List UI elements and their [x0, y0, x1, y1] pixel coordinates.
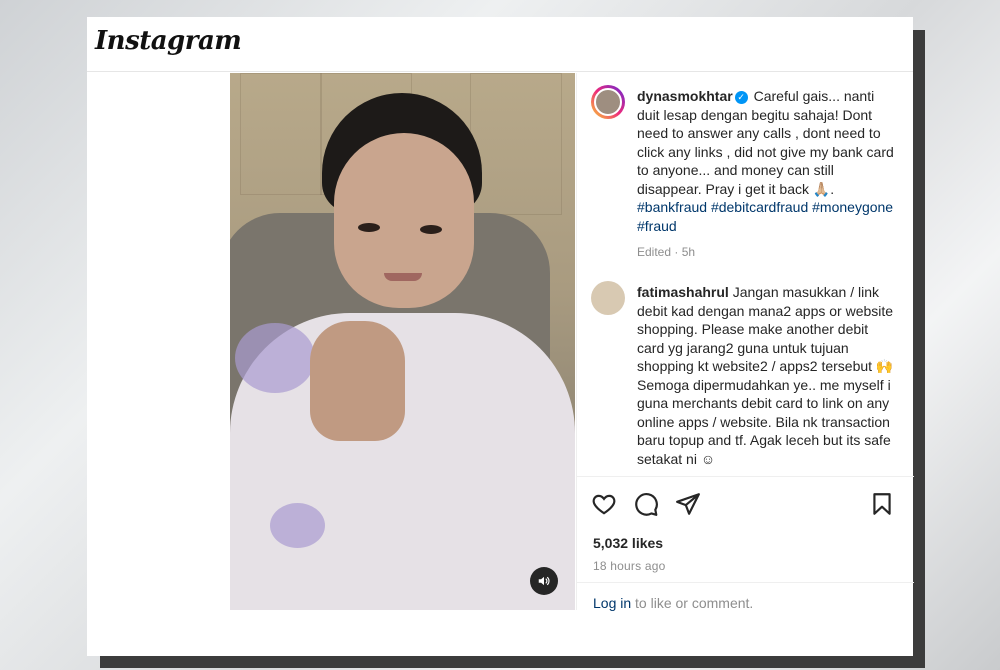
speaker-icon[interactable] — [530, 567, 558, 595]
login-bar: Log in to like or comment. — [577, 582, 914, 611]
bookmark-icon[interactable] — [869, 491, 895, 517]
hashtag-link[interactable]: #bankfraud — [637, 199, 707, 215]
post-sidebar: dynasmokhtar ✓ Careful gais... nanti duit… — [576, 73, 914, 611]
share-icon[interactable] — [675, 491, 701, 517]
commenter-username[interactable]: fatimashahrul — [637, 284, 729, 300]
commenter-avatar[interactable] — [591, 281, 625, 315]
instagram-logo[interactable]: Instagram — [95, 26, 242, 56]
instagram-embed-card: Instagram dynasmokhtar ✓ Careful gais...… — [87, 17, 914, 656]
author-avatar[interactable] — [591, 85, 625, 119]
mouth — [384, 273, 422, 281]
likes-count[interactable]: 5,032 likes — [593, 535, 663, 551]
heart-icon[interactable] — [591, 491, 617, 517]
wall-tile — [240, 73, 322, 195]
comment-icon[interactable] — [633, 491, 659, 517]
verified-icon: ✓ — [734, 91, 748, 104]
hashtag-link[interactable]: #debitcardfraud — [711, 199, 808, 215]
dress-pattern — [270, 503, 325, 548]
author-avatar-photo — [594, 88, 622, 116]
wall-tile — [470, 73, 562, 215]
comment-text: Jangan masukkan / link debit kad dengan … — [637, 284, 894, 467]
post-video[interactable] — [230, 73, 575, 610]
person-face — [334, 133, 474, 308]
hashtag-link[interactable]: #fraud — [637, 218, 677, 234]
comment: fatimashahrul Jangan masukkan / link deb… — [637, 283, 899, 468]
author-username[interactable]: dynasmokhtar — [637, 88, 733, 104]
posted-time[interactable]: 18 hours ago — [593, 559, 665, 573]
dress-pattern — [235, 323, 315, 393]
folded-hands — [310, 321, 405, 441]
right-eye — [420, 225, 442, 234]
edited-meta: Edited · 5h — [637, 245, 696, 259]
speaker-glyph — [538, 576, 550, 586]
caption-text: Careful gais... nanti duit lesap dengan … — [637, 88, 894, 197]
caption: dynasmokhtar ✓ Careful gais... nanti duit… — [637, 87, 899, 262]
left-eye — [358, 223, 380, 232]
post: dynasmokhtar ✓ Careful gais... nanti duit… — [230, 73, 914, 611]
login-link[interactable]: Log in — [593, 595, 631, 611]
login-suffix: to like or comment. — [631, 595, 754, 611]
login-prompt: Log in to like or comment. — [593, 595, 753, 611]
hashtag-link[interactable]: #moneygone — [812, 199, 893, 215]
top-bar: Instagram — [87, 17, 913, 72]
